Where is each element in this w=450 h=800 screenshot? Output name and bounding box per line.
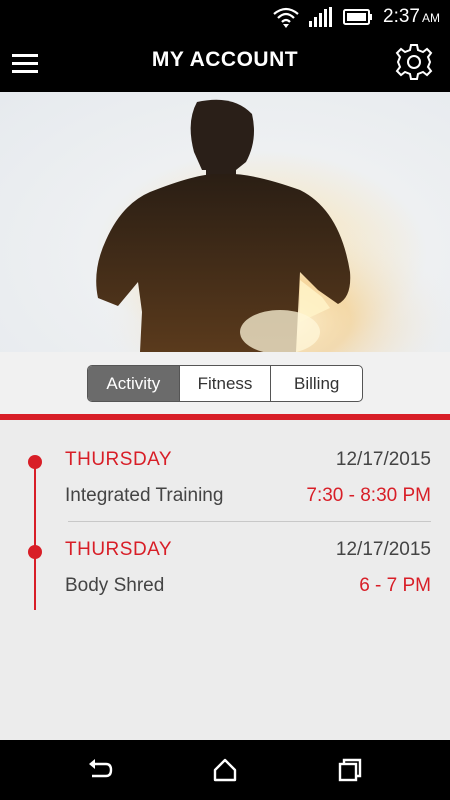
item-time: 7:30 - 8:30 PM xyxy=(306,485,431,506)
timeline-dot xyxy=(28,455,42,469)
tab-fitness[interactable]: Fitness xyxy=(180,366,272,401)
item-day: THURSDAY xyxy=(65,539,173,560)
status-icons: 2:37 AM xyxy=(273,4,440,30)
recent-apps-icon xyxy=(338,758,362,782)
item-date: 12/17/2015 xyxy=(335,449,431,470)
segmented-control: Activity Fitness Billing xyxy=(87,365,363,402)
item-name: Body Shred xyxy=(65,575,165,596)
wifi-icon xyxy=(273,7,299,28)
tab-billing[interactable]: Billing xyxy=(271,366,362,401)
settings-button[interactable] xyxy=(394,42,434,82)
hero-image xyxy=(0,92,450,352)
back-icon xyxy=(89,759,113,778)
clock-time: 2:37 xyxy=(383,6,420,27)
home-icon xyxy=(213,758,237,782)
activity-list: THURSDAY 12/17/2015 Integrated Training … xyxy=(0,420,450,740)
clock: 2:37 AM xyxy=(383,6,440,28)
list-divider xyxy=(68,521,431,522)
tab-activity[interactable]: Activity xyxy=(88,366,180,401)
battery-icon xyxy=(343,9,373,25)
tabs-area: Activity Fitness Billing xyxy=(0,352,450,414)
item-name: Integrated Training xyxy=(65,485,224,506)
home-button[interactable] xyxy=(211,756,239,784)
timeline-dot xyxy=(28,545,42,559)
hero-silhouette xyxy=(0,92,450,352)
signal-icon xyxy=(309,7,333,27)
gear-icon xyxy=(395,44,433,80)
timeline-line xyxy=(34,522,36,610)
item-date: 12/17/2015 xyxy=(335,539,431,560)
recent-apps-button[interactable] xyxy=(336,756,364,784)
app-bar: MY ACCOUNT xyxy=(0,34,450,92)
status-bar: 2:37 AM xyxy=(0,0,450,34)
item-time: 6 - 7 PM xyxy=(359,575,431,596)
timeline-line xyxy=(34,462,36,522)
item-day: THURSDAY xyxy=(65,449,173,470)
navigation-bar xyxy=(0,740,450,800)
back-button[interactable] xyxy=(86,756,114,784)
clock-ampm: AM xyxy=(422,11,440,25)
page-title: MY ACCOUNT xyxy=(151,48,299,71)
